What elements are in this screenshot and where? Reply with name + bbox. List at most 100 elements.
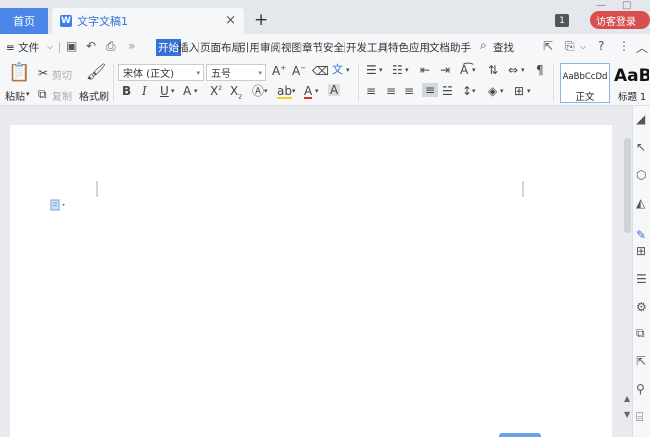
- tab-developer-tools[interactable]: 开发工具: [346, 40, 388, 55]
- font-size-select[interactable]: 五号 ▾: [206, 64, 266, 81]
- style-normal[interactable]: AaBbCcDd 正文: [560, 63, 610, 103]
- borders-icon[interactable]: ⊞: [514, 85, 524, 97]
- highlight-icon[interactable]: ab: [277, 85, 292, 99]
- superscript-icon[interactable]: X2: [210, 85, 222, 97]
- shapes-pane-icon[interactable]: ⬡: [636, 168, 646, 182]
- backup-pane-icon[interactable]: ⧉: [636, 326, 645, 341]
- cloud-sync-chevron-icon[interactable]: ⌵: [580, 42, 586, 52]
- more-chevron-icon[interactable]: »: [128, 39, 135, 53]
- help-icon[interactable]: ?: [598, 39, 604, 53]
- tab-insert[interactable]: 插入: [178, 40, 199, 55]
- tab-document-assistant[interactable]: 文档助手: [429, 40, 471, 55]
- share-pane-icon[interactable]: ⇱: [636, 354, 646, 368]
- select-pane-icon[interactable]: ↖: [636, 140, 646, 154]
- highlight-chevron-icon[interactable]: ▾: [292, 88, 296, 95]
- style-pane-icon[interactable]: ◢: [636, 112, 645, 126]
- file-menu[interactable]: ≡ 文件: [6, 40, 39, 55]
- paste-chevron-icon[interactable]: ▾: [26, 90, 30, 98]
- tab-view[interactable]: 视图: [281, 40, 302, 55]
- align-right-icon[interactable]: ≡: [404, 85, 414, 97]
- text-effect-icon[interactable]: Ⓐ: [252, 85, 264, 97]
- save-icon[interactable]: ▣: [66, 39, 77, 53]
- paste-clipboard-icon[interactable]: 📋: [8, 64, 30, 82]
- property-pane-icon[interactable]: ✎: [636, 228, 646, 242]
- bullet-list-icon[interactable]: ☰: [366, 64, 377, 76]
- table-pane-icon[interactable]: ⊞: [636, 244, 646, 258]
- navigation-pane-icon[interactable]: ☰: [636, 272, 647, 286]
- scroll-up-icon[interactable]: ▲: [624, 394, 630, 403]
- window-count-badge[interactable]: 1: [555, 14, 569, 27]
- paste-button[interactable]: 粘贴: [5, 88, 25, 103]
- numbered-list-chevron-icon[interactable]: ▾: [405, 67, 409, 74]
- picture-pane-icon[interactable]: ◭: [636, 196, 645, 210]
- tab-page-layout[interactable]: 页面布局: [200, 40, 242, 55]
- shading-chevron-icon[interactable]: ▾: [500, 88, 504, 95]
- settings-pane-icon[interactable]: ⚙: [636, 300, 647, 314]
- help-pane-icon[interactable]: ⚲: [636, 382, 645, 396]
- format-painter-icon[interactable]: 🖌: [86, 64, 106, 80]
- italic-icon[interactable]: I: [142, 85, 147, 97]
- align-center-icon[interactable]: ≡: [386, 85, 396, 97]
- scroll-down-icon[interactable]: ▼: [624, 410, 630, 419]
- shading-icon[interactable]: ◈: [488, 85, 497, 97]
- document-page[interactable]: [10, 125, 612, 437]
- new-tab-button[interactable]: +: [254, 10, 268, 30]
- borders-chevron-icon[interactable]: ▾: [527, 88, 531, 95]
- increase-indent-icon[interactable]: ⇥: [440, 64, 450, 76]
- line-spacing-chevron-icon[interactable]: ▾: [472, 88, 476, 95]
- emphasis-icon[interactable]: A: [183, 85, 191, 97]
- tab-chapter[interactable]: 章节: [302, 40, 323, 55]
- cloud-sync-icon[interactable]: ⎘: [565, 39, 575, 54]
- bullet-list-chevron-icon[interactable]: ▾: [379, 67, 383, 74]
- decrease-indent-icon[interactable]: ⇤: [420, 64, 430, 76]
- underline-chevron-icon[interactable]: ▾: [171, 88, 175, 95]
- phonetic-guide-icon[interactable]: 文: [332, 64, 343, 75]
- more-options-icon[interactable]: ⋮: [618, 39, 630, 53]
- paragraph-handle-icon[interactable]: [50, 199, 68, 211]
- tab-references[interactable]: 引用: [239, 40, 260, 55]
- file-menu-chevron-icon[interactable]: ⌵: [47, 42, 53, 52]
- distribute-chevron-icon[interactable]: ▾: [521, 67, 525, 74]
- increase-font-size-icon[interactable]: A+: [272, 65, 286, 78]
- share-icon[interactable]: ⇱: [543, 39, 553, 53]
- show-marks-icon[interactable]: ¶: [536, 64, 544, 76]
- close-tab-icon[interactable]: ×: [225, 13, 236, 28]
- minimize-icon[interactable]: —: [596, 0, 606, 11]
- text-effect-chevron-icon[interactable]: ▾: [264, 88, 268, 95]
- subscript-icon[interactable]: X2: [230, 85, 242, 100]
- font-color-icon[interactable]: A: [304, 85, 313, 99]
- style-heading-1[interactable]: AaB 标题 1: [611, 63, 650, 103]
- collapse-ribbon-icon[interactable]: ︿: [636, 39, 648, 56]
- align-left-icon[interactable]: ≡: [366, 85, 376, 97]
- print-icon[interactable]: ⎙: [106, 39, 116, 54]
- sort-icon[interactable]: ⇅: [488, 64, 498, 76]
- copy-button[interactable]: 复制: [52, 88, 72, 103]
- character-shading-icon[interactable]: A: [328, 84, 341, 96]
- font-name-select[interactable]: 宋体 (正文) ▾: [118, 64, 204, 81]
- tab-security[interactable]: 安全: [323, 40, 344, 55]
- decrease-font-size-icon[interactable]: A−: [292, 65, 306, 78]
- cut-button[interactable]: 剪切: [52, 67, 72, 82]
- tab-review[interactable]: 审阅: [260, 40, 281, 55]
- bold-icon[interactable]: B: [122, 85, 131, 97]
- tab-featured-apps[interactable]: 特色应用: [388, 40, 430, 55]
- search-icon[interactable]: ⌕: [480, 38, 487, 53]
- maximize-icon[interactable]: □: [622, 0, 631, 11]
- undo-icon[interactable]: ↶: [86, 39, 96, 53]
- search-button[interactable]: 查找: [493, 40, 514, 55]
- text-direction-chevron-icon[interactable]: ▾: [472, 67, 476, 74]
- guest-login-button[interactable]: 访客登录: [590, 11, 650, 29]
- clear-formatting-icon[interactable]: ⌫: [312, 65, 329, 77]
- distribute-icon[interactable]: ⇔: [508, 64, 518, 76]
- tab-home[interactable]: 首页: [0, 8, 48, 34]
- distributed-align-icon[interactable]: ☱: [442, 85, 453, 97]
- emphasis-chevron-icon[interactable]: ▾: [194, 88, 198, 95]
- tab-document[interactable]: W 文字文稿1 ×: [52, 8, 244, 34]
- cut-icon[interactable]: ✂: [38, 67, 48, 79]
- justify-icon[interactable]: ≡: [422, 83, 439, 97]
- numbered-list-icon[interactable]: ☷: [392, 64, 403, 76]
- vertical-scrollbar-thumb[interactable]: [624, 138, 631, 233]
- copy-icon[interactable]: ⧉: [38, 88, 47, 100]
- more-pane-icon[interactable]: ⌸: [636, 410, 643, 425]
- underline-icon[interactable]: U: [160, 85, 169, 97]
